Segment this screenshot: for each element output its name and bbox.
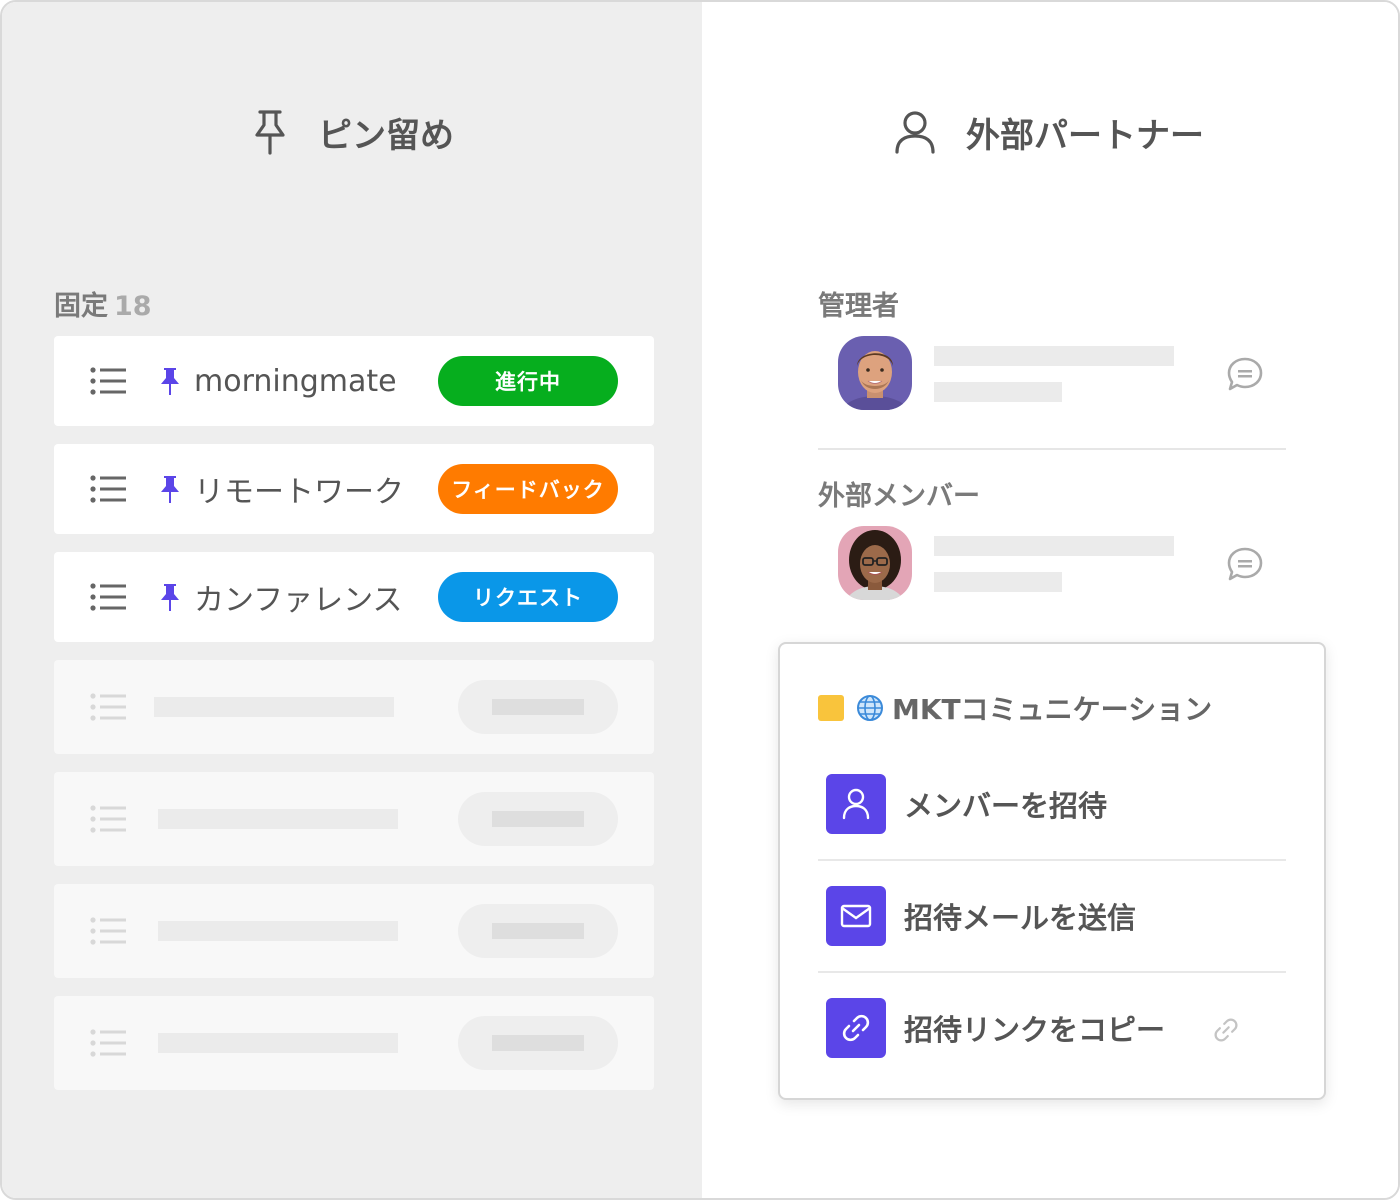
admin-member-row [838, 336, 1298, 416]
section-divider [818, 448, 1286, 450]
pinned-panel-header: ピン留め [252, 102, 454, 162]
placeholder-row [54, 884, 654, 978]
placeholder-badge [458, 792, 618, 846]
placeholder-badge [458, 1016, 618, 1070]
send-invite-email-button[interactable]: 招待メールを送信 [826, 886, 1286, 946]
pinned-marker-icon [161, 584, 179, 611]
placeholder-row [54, 772, 654, 866]
placeholder-row [54, 996, 654, 1090]
admin-name-placeholder [934, 346, 1174, 366]
placeholder-badge [458, 680, 618, 734]
link-icon[interactable] [1212, 1016, 1240, 1044]
partners-panel-header: 外部パートナー [894, 102, 1204, 162]
status-badge: フィードバック [438, 464, 618, 514]
pinned-item[interactable]: カンファレンス リクエスト [54, 552, 654, 642]
list-icon[interactable] [90, 475, 126, 503]
list-icon [90, 917, 126, 945]
globe-icon [857, 695, 883, 721]
pinned-item[interactable]: morningmate 進行中 [54, 336, 654, 426]
status-badge: 進行中 [438, 356, 618, 406]
send-invite-email-label: 招待メールを送信 [904, 901, 1137, 935]
placeholder-row [54, 660, 654, 754]
pinned-count: 18 [114, 291, 152, 322]
user-icon [826, 774, 886, 834]
list-icon [90, 1029, 126, 1057]
list-icon [90, 693, 126, 721]
status-badge: リクエスト [438, 572, 618, 622]
popup-project-header: MKTコミュニケーション [818, 690, 1212, 726]
external-name-placeholder [934, 536, 1174, 556]
app-frame: ピン留め 固定 18 morningmate 進行中 リモートワーク フィードバ… [0, 0, 1400, 1200]
popup-project-name: MKTコミュニケーション [892, 693, 1213, 726]
pinned-panel-title: ピン留め [318, 115, 454, 156]
invite-member-button[interactable]: メンバーを招待 [826, 774, 1286, 834]
pinned-marker-icon [161, 368, 179, 395]
project-color-square [818, 695, 844, 721]
copy-invite-link-label: 招待リンクをコピー [904, 1013, 1166, 1047]
invite-popup: MKTコミュニケーション メンバーを招待 招待メールを送信 招待リンクをコピー [778, 642, 1326, 1100]
popup-divider [818, 971, 1286, 973]
list-icon[interactable] [90, 367, 126, 395]
external-section-label: 外部メンバー [818, 481, 980, 512]
placeholder-title [158, 921, 398, 941]
popup-divider [818, 859, 1286, 861]
user-icon [895, 111, 935, 154]
pin-icon [255, 110, 285, 155]
external-member-row [838, 526, 1298, 606]
avatar[interactable] [838, 526, 912, 600]
pinned-item-title: リモートワーク [194, 475, 404, 510]
placeholder-title [158, 1033, 398, 1053]
list-icon [90, 805, 126, 833]
placeholder-title [154, 697, 394, 717]
list-icon[interactable] [90, 583, 126, 611]
external-role-placeholder [934, 572, 1062, 592]
placeholder-badge [458, 904, 618, 958]
admin-section-label: 管理者 [818, 291, 899, 322]
mail-icon [826, 886, 886, 946]
chat-icon[interactable] [1226, 356, 1264, 392]
invite-member-label: メンバーを招待 [904, 789, 1108, 823]
partners-panel-title: 外部パートナー [966, 115, 1204, 156]
pinned-marker-icon [161, 476, 179, 503]
link-icon [826, 998, 886, 1058]
avatar[interactable] [838, 336, 912, 410]
pinned-item[interactable]: リモートワーク フィードバック [54, 444, 654, 534]
admin-role-placeholder [934, 382, 1062, 402]
placeholder-title [158, 809, 398, 829]
pinned-item-title: カンファレンス [194, 583, 403, 618]
chat-icon[interactable] [1226, 546, 1264, 582]
pinned-item-title: morningmate [194, 363, 397, 399]
pinned-panel: ピン留め 固定 18 morningmate 進行中 リモートワーク フィードバ… [2, 2, 702, 1198]
pinned-section-label: 固定 18 [54, 291, 152, 322]
